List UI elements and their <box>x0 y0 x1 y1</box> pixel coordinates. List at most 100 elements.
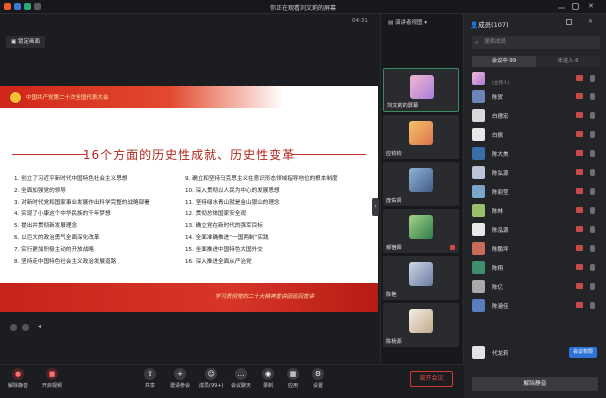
member-row[interactable]: 陈翔 <box>472 260 600 275</box>
invite-button[interactable]: + 邀请参会 <box>170 368 190 389</box>
member-row[interactable]: 陈林 <box>472 203 600 218</box>
close-icon[interactable]: ✕ <box>588 2 594 10</box>
tile-name: 陈艳 <box>386 292 397 298</box>
settings-button[interactable]: ⚙ 设置 <box>312 368 324 389</box>
toolbar-label: 设置 <box>312 383 323 389</box>
members-button[interactable]: ☺ 成员(99+) <box>199 368 223 389</box>
video-off-icon <box>576 245 583 251</box>
video-off-icon <box>576 226 583 232</box>
gallery-view-selector[interactable]: ▤ 演讲者视图 ▾ <box>388 18 427 26</box>
member-row[interactable]: 陈大美 <box>472 146 600 161</box>
list-item: 1. 创立了习近平新时代中国特色社会主义思想 <box>14 176 128 182</box>
mic-icon <box>590 226 595 233</box>
members-icon: 👤 <box>470 21 479 29</box>
mic-icon <box>590 169 595 176</box>
avatar <box>472 128 485 141</box>
mic-icon <box>590 264 595 271</box>
video-tile[interactable]: 庞佑贤 <box>383 162 459 206</box>
video-off-icon <box>576 188 583 194</box>
meeting-toolbar: ● 解除静音 ■ 开启视频 ⇧ 共享 + 邀请参会 ☺ 成员(99+) … 会议… <box>0 364 464 398</box>
title-bar: 你正在观看刘文莉的屏幕 ✕ <box>0 0 606 14</box>
unmute-all-button[interactable]: 解除静音 <box>472 377 598 391</box>
unmute-button[interactable]: ● 解除静音 <box>8 368 28 389</box>
minimize-icon[interactable] <box>558 7 565 9</box>
mic-icon <box>590 283 595 290</box>
apps-button[interactable]: ▦ 应用 <box>287 368 299 389</box>
list-item: 14. 全面准确推进“一国两制”实践 <box>185 234 269 241</box>
emoji-icon[interactable] <box>10 324 17 331</box>
mic-icon <box>590 245 595 252</box>
toolbar-label: 成员(99+) <box>199 383 224 389</box>
popout-icon[interactable] <box>566 19 572 25</box>
invite-icon: + <box>174 368 186 380</box>
member-row[interactable]: 陈鹏坪 <box>472 241 600 256</box>
tile-name: 刘文莉的屏幕 <box>387 103 419 109</box>
member-row[interactable]: 陈涵佳 <box>472 298 600 313</box>
lock-view-button[interactable]: ▣ 锁定画面 <box>6 36 45 48</box>
member-row[interactable]: (主持人) <box>472 71 600 86</box>
member-row[interactable]: 陈丽莹 <box>472 184 600 199</box>
avatar <box>472 185 485 198</box>
leave-meeting-button[interactable]: 离开会议 <box>410 371 453 387</box>
chevron-down-icon: ▾ <box>422 20 427 26</box>
host-role: (主持人) <box>492 81 510 86</box>
member-name: 陈泓源 <box>492 228 509 234</box>
video-off-icon <box>576 283 583 289</box>
close-panel-icon[interactable]: ✕ <box>588 18 593 25</box>
avatar <box>410 75 434 99</box>
tile-name: 应钧钧 <box>386 151 402 157</box>
tab-not-joined[interactable]: 未进入·8 <box>536 56 600 67</box>
collapse-arrow-icon[interactable]: ◂ <box>38 323 41 330</box>
start-video-button[interactable]: ■ 开启视频 <box>42 368 62 389</box>
slide-title: 16个方面的历史性成就、历史性变革 <box>82 148 296 162</box>
mic-icon <box>590 150 595 157</box>
video-tile[interactable]: 刘文莉的屏幕 <box>383 68 459 112</box>
video-tile[interactable]: 陈杨源 <box>383 303 459 347</box>
shared-screen[interactable]: 中国共产党第二十次全国代表大会 16个方面的历史性成就、历史性变革 1. 创立了… <box>0 86 378 312</box>
avatar <box>409 309 433 333</box>
member-row[interactable]: 陈弘源 <box>472 165 600 180</box>
maximize-icon[interactable] <box>572 3 579 10</box>
member-row[interactable]: 白德宏 <box>472 108 600 123</box>
tile-name: 陈杨源 <box>386 339 402 345</box>
mic-icon <box>590 302 595 309</box>
video-off-icon <box>576 150 583 156</box>
record-button[interactable]: ◉ 录制 <box>262 368 274 389</box>
lock-view-label: 锁定画面 <box>17 39 40 45</box>
video-tile[interactable]: 郝宿霖 <box>383 209 459 253</box>
avatar <box>472 147 485 160</box>
collapse-gallery-icon[interactable]: › <box>372 198 379 216</box>
toolbar-label: 邀请参会 <box>170 383 191 389</box>
mic-icon <box>590 188 595 195</box>
member-action-button[interactable]: 会议权限 <box>569 347 597 358</box>
member-search-input[interactable]: ⌕ 搜索成员 <box>472 36 600 49</box>
list-item: 4. 实现了小康这个中华民族的千年梦想 <box>14 211 111 218</box>
list-item: 8. 坚持走中国特色社会主义政治发展道路 <box>14 258 117 265</box>
member-row[interactable]: 白振 <box>472 127 600 142</box>
member-row[interactable]: 陈亿 <box>472 279 600 294</box>
annotate-icon[interactable] <box>22 324 29 331</box>
video-icon: ■ <box>46 368 58 380</box>
member-row[interactable]: 陈贺 <box>472 89 600 104</box>
member-name: 陈涵佳 <box>492 304 509 310</box>
avatar <box>472 299 485 312</box>
chat-button[interactable]: … 会议聊天 <box>231 368 251 389</box>
member-row[interactable]: 陈泓源 <box>472 222 600 237</box>
member-name: 陈丽莹 <box>492 190 509 196</box>
member-name: 白振 <box>492 133 504 139</box>
tab-in-meeting[interactable]: 会议中·99 <box>472 56 536 67</box>
stage-top-bar: 04:31 <box>0 14 380 30</box>
video-tile[interactable]: 应钧钧 <box>383 115 459 159</box>
list-item: 16. 深入推进全面从严治党 <box>185 258 252 265</box>
mic-icon <box>590 112 595 119</box>
mic-icon <box>590 75 595 82</box>
avatar <box>472 223 485 236</box>
video-off-icon <box>576 131 583 137</box>
list-item: 3. 对新时代党和国家事业发展作出科学完整的战略部署 <box>14 199 150 206</box>
avatar <box>472 204 485 217</box>
toolbar-label: 共享 <box>144 383 155 389</box>
video-tile[interactable]: 陈艳 <box>383 256 459 300</box>
share-button[interactable]: ⇧ 共享 <box>144 368 156 389</box>
list-item: 15. 全面推进中国特色大国外交 <box>185 246 263 253</box>
member-name: 代龙莉 <box>492 351 509 357</box>
